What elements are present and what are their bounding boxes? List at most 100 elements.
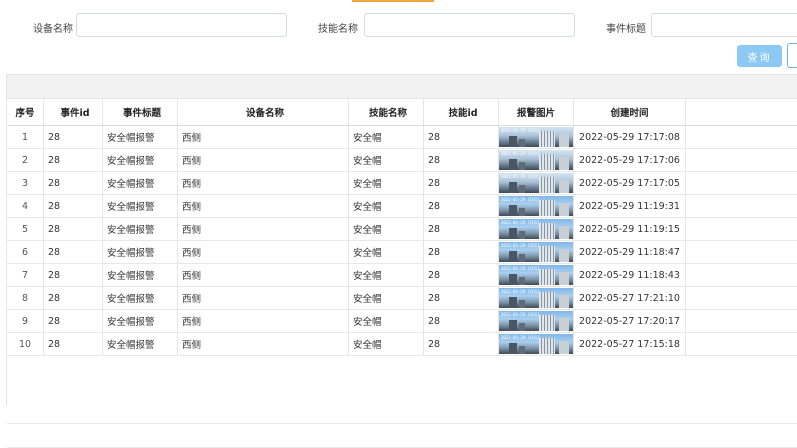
skill-name-input[interactable] (364, 13, 575, 37)
table-row[interactable]: 2 28 安全帽报警 西侧 安全帽 28 2022-05-29 [CH1] 2022-05-2… (7, 149, 797, 172)
table-row[interactable]: 9 28 安全帽报警 西侧 安全帽 28 2022-05-29 [CH1] 2022-05-2… (7, 310, 797, 333)
building-shape (559, 134, 569, 147)
row-alarm-image-cell: 2022-05-29 [CH1] (499, 126, 574, 148)
row-filler (686, 172, 797, 194)
table-divider (7, 423, 797, 424)
row-created-time: 2022-05-27 17:21:10 (574, 287, 686, 309)
scaffold-shape (539, 177, 555, 193)
table-row[interactable]: 8 28 安全帽报警 西侧 安全帽 28 2022-05-29 [CH1] 2022-05-2… (7, 287, 797, 310)
header-created-time: 创建时间 (574, 99, 686, 125)
building-shape (509, 320, 517, 331)
header-skill-name: 技能名称 (349, 99, 424, 125)
alarm-image-thumbnail[interactable]: 2022-05-29 [CH1] (499, 127, 573, 147)
row-skill-id: 28 (424, 195, 499, 217)
thumbnail-overlay-text: 2022-05-29 [CH1] (501, 335, 540, 340)
row-event-title: 安全帽报警 (103, 333, 178, 355)
alarm-image-thumbnail[interactable]: 2022-05-29 [CH1] (499, 196, 573, 216)
table-row[interactable]: 3 28 安全帽报警 西侧 安全帽 28 2022-05-29 [CH1] 2022-05-2… (7, 172, 797, 195)
header-index: 序号 (7, 99, 44, 125)
building-shape (559, 272, 569, 285)
row-alarm-image-cell: 2022-05-29 [CH1] (499, 310, 574, 332)
row-event-title: 安全帽报警 (103, 310, 178, 332)
building-shape (559, 249, 569, 262)
row-skill-name: 安全帽 (349, 241, 424, 263)
row-skill-name: 安全帽 (349, 126, 424, 148)
row-alarm-image-cell: 2022-05-29 [CH1] (499, 149, 574, 171)
building-shape (509, 274, 517, 285)
building-shape (519, 231, 525, 239)
row-skill-name: 安全帽 (349, 172, 424, 194)
row-index: 7 (7, 264, 44, 286)
device-name-input[interactable] (76, 13, 287, 37)
alarm-image-thumbnail[interactable]: 2022-05-29 [CH1] (499, 219, 573, 239)
row-created-time: 2022-05-29 17:17:08 (574, 126, 686, 148)
table-row[interactable]: 7 28 安全帽报警 西侧 安全帽 28 2022-05-29 [CH1] 2022-05-2… (7, 264, 797, 287)
building-shape (559, 180, 569, 193)
table-row[interactable]: 1 28 安全帽报警 西侧 安全帽 28 2022-05-29 [CH1] 2022-05-2… (7, 126, 797, 149)
building-shape (509, 251, 517, 262)
thumbnail-overlay-text: 2022-05-29 [CH1] (501, 312, 540, 317)
row-skill-name: 安全帽 (349, 264, 424, 286)
row-skill-name: 安全帽 (349, 149, 424, 171)
table-row[interactable]: 6 28 安全帽报警 西侧 安全帽 28 2022-05-29 [CH1] 2022-05-2… (7, 241, 797, 264)
row-index: 5 (7, 218, 44, 240)
query-button[interactable]: 查询 (737, 45, 782, 67)
row-skill-name: 安全帽 (349, 218, 424, 240)
scaffold-shape (539, 223, 555, 239)
building-shape (509, 228, 517, 239)
row-skill-id: 28 (424, 172, 499, 194)
row-event-id: 28 (44, 287, 103, 309)
table-row[interactable]: 5 28 安全帽报警 西侧 安全帽 28 2022-05-29 [CH1] 2022-05-2… (7, 218, 797, 241)
alarm-image-thumbnail[interactable]: 2022-05-29 [CH1] (499, 334, 573, 354)
row-event-id: 28 (44, 149, 103, 171)
alarm-image-thumbnail[interactable]: 2022-05-29 [CH1] (499, 242, 573, 262)
scaffold-shape (539, 154, 555, 170)
alarm-image-thumbnail[interactable]: 2022-05-29 [CH1] (499, 150, 573, 170)
row-skill-id: 28 (424, 333, 499, 355)
building-shape (519, 185, 525, 193)
building-shape (559, 226, 569, 239)
alarm-image-thumbnail[interactable]: 2022-05-29 [CH1] (499, 173, 573, 193)
row-index: 4 (7, 195, 44, 217)
table-row[interactable]: 4 28 安全帽报警 西侧 安全帽 28 2022-05-29 [CH1] 2022-05-2… (7, 195, 797, 218)
alarm-image-thumbnail[interactable]: 2022-05-29 [CH1] (499, 311, 573, 331)
row-index: 6 (7, 241, 44, 263)
alarm-table: 序号 事件id 事件标题 设备名称 技能名称 技能id 报警图片 创建时间 12… (6, 74, 797, 448)
header-device-name: 设备名称 (178, 99, 349, 125)
event-title-label: 事件标题 (606, 24, 646, 35)
row-skill-id: 28 (424, 310, 499, 332)
building-shape (519, 254, 525, 262)
row-device-name: 西侧 (178, 126, 349, 148)
row-created-time: 2022-05-29 11:19:15 (574, 218, 686, 240)
row-device-name: 西侧 (178, 310, 349, 332)
row-event-title: 安全帽报警 (103, 218, 178, 240)
event-title-input[interactable] (651, 13, 797, 37)
scaffold-shape (539, 292, 555, 308)
row-event-title: 安全帽报警 (103, 172, 178, 194)
row-event-title: 安全帽报警 (103, 264, 178, 286)
building-shape (509, 159, 517, 170)
building-shape (509, 205, 517, 216)
building-shape (509, 136, 517, 147)
building-shape (509, 297, 517, 308)
alarm-image-thumbnail[interactable]: 2022-05-29 [CH1] (499, 288, 573, 308)
row-alarm-image-cell: 2022-05-29 [CH1] (499, 218, 574, 240)
header-skill-id: 技能id (424, 99, 499, 125)
thumbnail-overlay-text: 2022-05-29 [CH1] (501, 266, 540, 271)
table-row[interactable]: 10 28 安全帽报警 西侧 安全帽 28 2022-05-29 [CH1] 2022-05-… (7, 333, 797, 356)
row-filler (686, 287, 797, 309)
building-shape (559, 203, 569, 216)
row-alarm-image-cell: 2022-05-29 [CH1] (499, 241, 574, 263)
row-skill-id: 28 (424, 218, 499, 240)
reset-button[interactable] (787, 43, 797, 68)
skill-name-label: 技能名称 (318, 24, 358, 35)
row-device-name: 西侧 (178, 172, 349, 194)
scaffold-shape (539, 269, 555, 285)
row-skill-id: 28 (424, 126, 499, 148)
row-filler (686, 310, 797, 332)
thumbnail-overlay-text: 2022-05-29 [CH1] (501, 289, 540, 294)
row-index: 3 (7, 172, 44, 194)
alarm-image-thumbnail[interactable]: 2022-05-29 [CH1] (499, 265, 573, 285)
row-event-id: 28 (44, 218, 103, 240)
row-device-name: 西侧 (178, 264, 349, 286)
